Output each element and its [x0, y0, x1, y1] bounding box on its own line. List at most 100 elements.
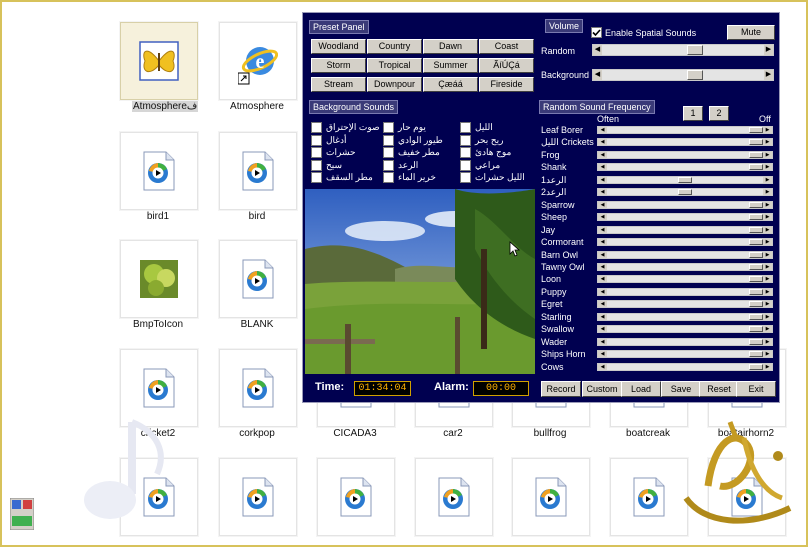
- frequency-slider[interactable]: ◀ ▶: [597, 312, 773, 321]
- frequency-slider-thumb[interactable]: [749, 201, 763, 208]
- background-sound-checkbox[interactable]: [311, 172, 322, 183]
- desktop-file-icon[interactable]: [219, 349, 297, 427]
- alarm-display[interactable]: 00:00: [473, 381, 529, 396]
- frequency-slider[interactable]: ◀ ▶: [597, 262, 773, 271]
- slider-left-arrow-icon[interactable]: ◀: [598, 189, 607, 196]
- background-sound-checkbox[interactable]: [383, 147, 394, 158]
- background-sound-toggle[interactable]: يوم حار: [383, 122, 426, 133]
- slider-right-arrow-icon[interactable]: ▶: [763, 301, 772, 308]
- slider-right-arrow-icon[interactable]: ▶: [764, 45, 773, 55]
- preset-button[interactable]: ÃíÚÇá: [479, 58, 534, 73]
- desktop-file-icon[interactable]: [512, 458, 590, 536]
- background-sound-checkbox[interactable]: [311, 122, 322, 133]
- slider-right-arrow-icon[interactable]: ▶: [763, 239, 772, 246]
- frequency-slider-thumb[interactable]: [749, 151, 763, 158]
- frequency-slider[interactable]: ◀ ▶: [597, 325, 773, 334]
- slider-left-arrow-icon[interactable]: ◀: [598, 363, 607, 370]
- slider-right-arrow-icon[interactable]: ▶: [763, 139, 772, 146]
- reset-button[interactable]: Reset: [699, 381, 739, 397]
- preset-button[interactable]: Woodland: [311, 39, 366, 54]
- frequency-slider-thumb[interactable]: [749, 251, 763, 258]
- background-sound-toggle[interactable]: مراعي: [460, 159, 500, 171]
- desktop-file-icon[interactable]: [120, 22, 198, 100]
- random-volume-slider[interactable]: ◀ ▶: [592, 44, 774, 56]
- frequency-slider-thumb[interactable]: [749, 326, 763, 333]
- slider-left-arrow-icon[interactable]: ◀: [598, 164, 607, 171]
- desktop-file-icon[interactable]: [415, 458, 493, 536]
- frequency-slider[interactable]: ◀ ▶: [597, 250, 773, 259]
- slider-right-arrow-icon[interactable]: ▶: [763, 201, 772, 208]
- slider-right-arrow-icon[interactable]: ▶: [763, 313, 772, 320]
- slider-right-arrow-icon[interactable]: ▶: [763, 288, 772, 295]
- frequency-slider[interactable]: ◀ ▶: [597, 350, 773, 359]
- slider-left-arrow-icon[interactable]: ◀: [598, 139, 607, 146]
- frequency-slider[interactable]: ◀ ▶: [597, 175, 773, 184]
- slider-left-arrow-icon[interactable]: ◀: [598, 351, 607, 358]
- background-sound-toggle[interactable]: مطر السقف: [311, 172, 373, 183]
- slider-right-arrow-icon[interactable]: ▶: [763, 127, 772, 133]
- slider-left-arrow-icon[interactable]: ◀: [598, 176, 607, 183]
- slider-right-arrow-icon[interactable]: ▶: [764, 70, 773, 80]
- frequency-slider[interactable]: ◀ ▶: [597, 337, 773, 346]
- preset-button[interactable]: Stream: [311, 77, 366, 92]
- desktop-file-icon[interactable]: [317, 458, 395, 536]
- frequency-slider-thumb[interactable]: [749, 338, 763, 345]
- background-sound-checkbox[interactable]: [460, 159, 471, 171]
- background-sound-toggle[interactable]: حشرات: [311, 147, 356, 158]
- frequency-slider[interactable]: ◀ ▶: [597, 150, 773, 159]
- exit-button[interactable]: Exit: [736, 381, 776, 397]
- frequency-slider-thumb[interactable]: [749, 139, 763, 146]
- slider-left-arrow-icon[interactable]: ◀: [598, 263, 607, 270]
- random-volume-thumb[interactable]: [686, 45, 703, 55]
- page-2-button[interactable]: 2: [709, 106, 729, 121]
- frequency-slider[interactable]: ◀ ▶: [597, 163, 773, 172]
- custom-button[interactable]: Custom: [582, 381, 622, 397]
- slider-right-arrow-icon[interactable]: ▶: [763, 263, 772, 270]
- slider-left-arrow-icon[interactable]: ◀: [598, 313, 607, 320]
- frequency-slider-thumb[interactable]: [749, 263, 763, 270]
- frequency-slider[interactable]: ◀ ▶: [597, 188, 773, 197]
- background-sound-checkbox[interactable]: [311, 134, 322, 146]
- background-sound-toggle[interactable]: خرير الماء: [383, 172, 436, 183]
- frequency-slider-thumb[interactable]: [749, 276, 763, 283]
- background-sound-toggle[interactable]: مطر خفيف: [383, 147, 440, 158]
- desktop-file-icon[interactable]: [610, 458, 688, 536]
- slider-right-arrow-icon[interactable]: ▶: [763, 363, 772, 370]
- background-sound-checkbox[interactable]: [460, 122, 471, 133]
- frequency-slider-thumb[interactable]: [678, 189, 692, 196]
- frequency-slider-thumb[interactable]: [749, 127, 763, 133]
- slider-right-arrow-icon[interactable]: ▶: [763, 276, 772, 283]
- background-sound-toggle[interactable]: الليل: [460, 122, 493, 133]
- slider-right-arrow-icon[interactable]: ▶: [763, 326, 772, 333]
- background-sound-toggle[interactable]: الرعد: [383, 159, 418, 171]
- slider-left-arrow-icon[interactable]: ◀: [598, 288, 607, 295]
- background-sound-toggle[interactable]: أدغال: [311, 134, 347, 146]
- slider-left-arrow-icon[interactable]: ◀: [593, 45, 602, 55]
- frequency-slider-thumb[interactable]: [749, 214, 763, 221]
- frequency-slider[interactable]: ◀ ▶: [597, 138, 773, 147]
- frequency-slider[interactable]: ◀ ▶: [597, 287, 773, 296]
- frequency-slider-thumb[interactable]: [749, 239, 763, 246]
- slider-right-arrow-icon[interactable]: ▶: [763, 214, 772, 221]
- slider-right-arrow-icon[interactable]: ▶: [763, 176, 772, 183]
- preset-button[interactable]: Country: [367, 39, 422, 54]
- desktop-file-icon[interactable]: [120, 132, 198, 210]
- background-sound-checkbox[interactable]: [383, 134, 394, 146]
- frequency-slider[interactable]: ◀ ▶: [597, 126, 773, 134]
- save-button[interactable]: Save: [661, 381, 701, 397]
- background-volume-slider[interactable]: ◀ ▶: [592, 69, 774, 81]
- background-sound-checkbox[interactable]: [460, 134, 471, 146]
- background-sound-checkbox[interactable]: [311, 147, 322, 158]
- background-sound-toggle[interactable]: موج هادئ: [460, 147, 511, 158]
- preset-button[interactable]: Tropical: [367, 58, 422, 73]
- slider-right-arrow-icon[interactable]: ▶: [763, 189, 772, 196]
- frequency-slider[interactable]: ◀ ▶: [597, 213, 773, 222]
- slider-right-arrow-icon[interactable]: ▶: [763, 164, 772, 171]
- background-sound-checkbox[interactable]: [460, 172, 471, 183]
- frequency-slider[interactable]: ◀ ▶: [597, 225, 773, 234]
- frequency-slider[interactable]: ◀ ▶: [597, 362, 773, 371]
- slider-right-arrow-icon[interactable]: ▶: [763, 338, 772, 345]
- slider-left-arrow-icon[interactable]: ◀: [598, 151, 607, 158]
- background-sound-checkbox[interactable]: [383, 159, 394, 171]
- slider-left-arrow-icon[interactable]: ◀: [598, 201, 607, 208]
